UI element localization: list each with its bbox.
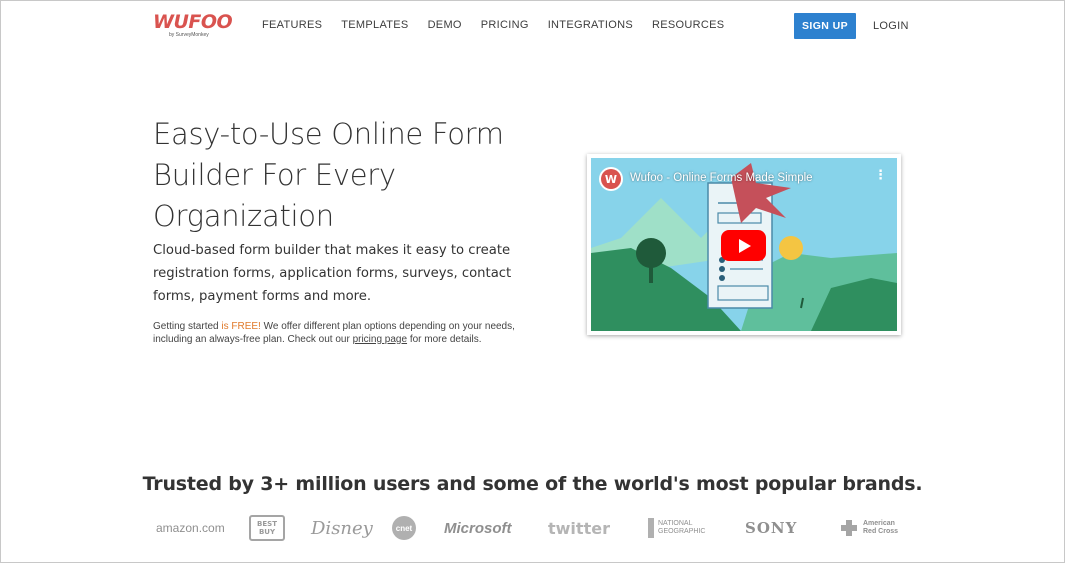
nav-templates[interactable]: TEMPLATES (341, 19, 408, 33)
nav-integrations[interactable]: INTEGRATIONS (548, 19, 633, 33)
amazon-logo: amazon.com (156, 521, 225, 535)
hero-headline: Easy-to-Use Online Form Builder For Ever… (153, 117, 504, 233)
nav-demo[interactable]: DEMO (428, 19, 462, 33)
disney-logo: Disney (311, 517, 373, 539)
red-cross-text: American Red Cross (863, 520, 899, 535)
hero-subhead: Cloud-based form builder that makes it e… (153, 243, 512, 304)
logo-wordmark: WUFOO (153, 11, 233, 33)
sony-logo: SONY (745, 519, 798, 537)
more-options-icon[interactable]: ⋮ (874, 169, 887, 182)
main-nav: FEATURES TEMPLATES DEMO PRICING INTEGRAT… (262, 19, 743, 33)
nav-resources[interactable]: RESOURCES (652, 19, 724, 33)
wufoo-channel-icon[interactable]: W (599, 167, 623, 191)
video-embed[interactable]: W Wufoo - Online Forms Made Simple ⋮ (587, 154, 901, 335)
brand-logo-row: amazon.com BEST BUY Disney cnet Microsof… (1, 513, 1064, 545)
video-title[interactable]: Wufoo - Online Forms Made Simple (630, 172, 813, 184)
red-cross-icon (841, 520, 857, 536)
best-buy-logo: BEST BUY (249, 515, 285, 541)
note-prefix: Getting started (153, 321, 222, 332)
channel-letter: W (601, 169, 621, 189)
wufoo-logo[interactable]: WUFOO by SurveyMonkey (153, 11, 233, 40)
trusted-heading: Trusted by 3+ million users and some of … (142, 473, 923, 495)
nav-pricing[interactable]: PRICING (481, 19, 529, 33)
play-button-icon[interactable] (721, 230, 766, 261)
hero-note: Getting started is FREE! We offer differ… (153, 321, 533, 346)
note-suffix: for more details. (407, 333, 482, 345)
pricing-page-link[interactable]: pricing page (353, 334, 407, 345)
sign-up-button[interactable]: SIGN UP (794, 13, 856, 39)
note-free: is FREE! (221, 321, 261, 332)
microsoft-logo: Microsoft (444, 519, 512, 537)
american-red-cross-logo: American Red Cross (841, 513, 903, 543)
cnet-logo: cnet (392, 516, 416, 540)
twitter-logo: twitter (548, 518, 610, 538)
national-geographic-logo: NATIONAL GEOGRAPHIC (648, 518, 718, 538)
login-link[interactable]: LOGIN (873, 20, 909, 32)
video-thumbnail[interactable]: W Wufoo - Online Forms Made Simple ⋮ (591, 158, 897, 331)
nav-features[interactable]: FEATURES (262, 19, 322, 33)
